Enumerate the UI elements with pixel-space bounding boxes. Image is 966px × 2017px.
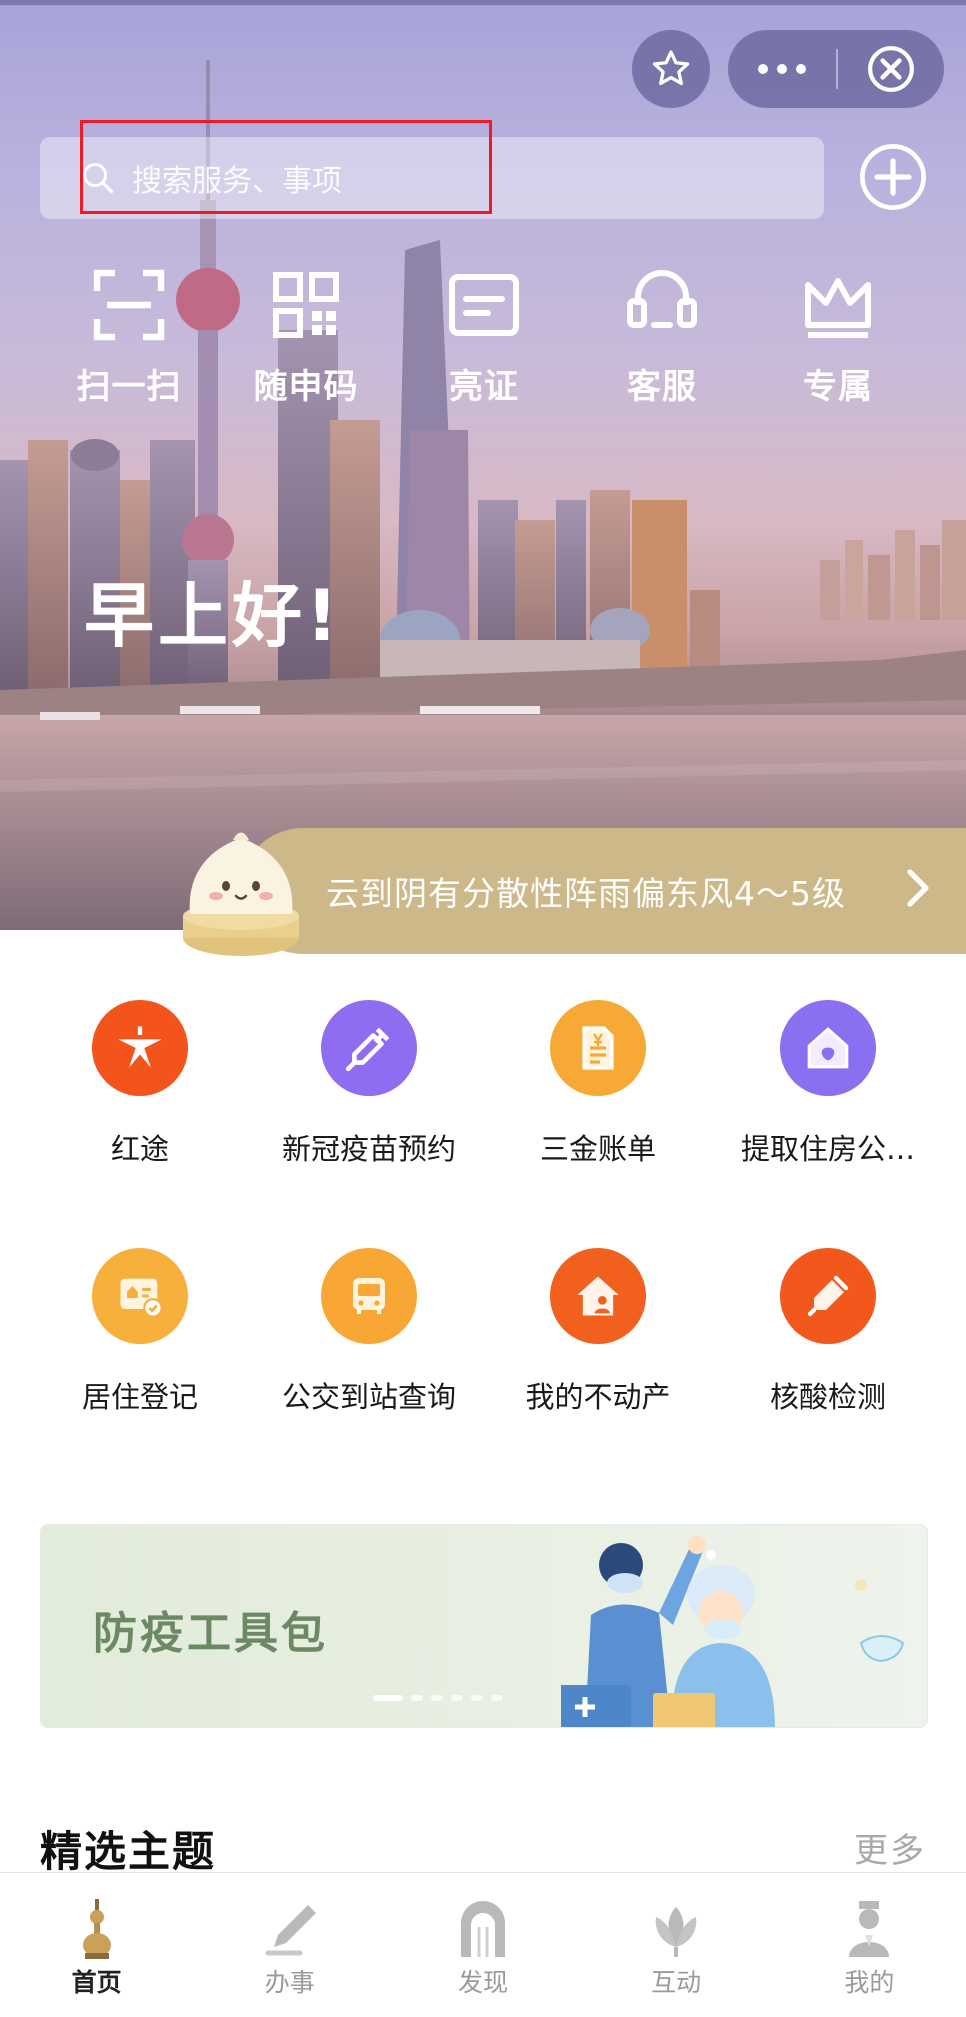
banner-pagination <box>373 1695 503 1701</box>
magnolia-icon <box>655 1907 697 1957</box>
quick-action-label: 扫一扫 <box>76 367 182 407</box>
house-fund-icon <box>807 1027 849 1069</box>
tab-label: 发现 <box>457 1968 508 1997</box>
star-route-icon <box>118 1026 162 1068</box>
tab-label: 互动 <box>651 1968 702 1997</box>
service-icon-circle <box>550 1000 646 1096</box>
swab-test-icon <box>807 1275 849 1317</box>
quick-action-show-id[interactable]: 亮证 <box>404 265 564 408</box>
banner-title: 防疫工具包 <box>93 1608 328 1659</box>
tab-label: 首页 <box>71 1968 122 1997</box>
service-icon-circle <box>321 1000 417 1096</box>
greeting-text: 早上好! <box>84 575 342 657</box>
add-plus-icon[interactable] <box>858 142 928 212</box>
service-housing-fund[interactable]: 提取住房公… <box>714 1000 942 1168</box>
section-more-link[interactable]: 更多 <box>854 1823 926 1872</box>
weather-bar[interactable]: 云到阴有分散性阵雨偏东风4～5级 <box>240 828 966 954</box>
chevron-right-icon <box>907 869 929 907</box>
service-my-property[interactable]: 我的不动产 <box>484 1248 712 1416</box>
search-highlight-box <box>80 120 492 214</box>
bill-icon <box>582 1026 614 1070</box>
service-icon-circle <box>321 1248 417 1344</box>
service-icon-circle <box>780 1000 876 1096</box>
health-workers-illustration <box>561 1536 905 1727</box>
id-card-icon <box>449 274 519 336</box>
service-label: 我的不动产 <box>525 1380 671 1414</box>
pagination-dot <box>471 1695 483 1701</box>
weather-text: 云到阴有分散性阵雨偏东风4～5级 <box>326 874 846 913</box>
service-three-funds-bill[interactable]: 三金账单 <box>484 1000 712 1168</box>
pagination-dot <box>491 1695 503 1701</box>
bus-icon <box>353 1278 385 1314</box>
tab-profile[interactable]: 我的 <box>773 1873 966 2017</box>
service-label: 三金账单 <box>539 1132 656 1166</box>
quick-action-label: 亮证 <box>449 367 519 407</box>
pagination-dot <box>431 1695 443 1701</box>
tower-icon <box>82 1899 111 1959</box>
quick-action-exclusive[interactable]: 专属 <box>758 265 918 408</box>
star-icon <box>652 50 690 86</box>
scan-icon <box>93 269 165 341</box>
service-icon-circle <box>780 1248 876 1344</box>
quick-action-customer-service[interactable]: 客服 <box>582 265 742 408</box>
pen-icon <box>265 1905 316 1956</box>
service-label: 公交到站查询 <box>281 1380 456 1414</box>
quick-action-label: 客服 <box>627 367 697 407</box>
service-icon-circle <box>92 1248 188 1344</box>
pagination-dot <box>411 1695 423 1701</box>
favorite-button[interactable] <box>632 30 710 108</box>
tab-discover[interactable]: 发现 <box>386 1873 579 2017</box>
close-icon <box>868 46 914 92</box>
quick-action-scan[interactable]: 扫一扫 <box>49 265 209 408</box>
arch-icon <box>460 1901 505 1957</box>
service-label: 核酸检测 <box>769 1380 886 1414</box>
tab-services[interactable]: 办事 <box>193 1873 386 2017</box>
service-covid-vaccine[interactable]: 新冠疫苗预约 <box>255 1000 483 1168</box>
property-house-icon <box>577 1276 619 1316</box>
service-residence-registration[interactable]: 居住登记 <box>26 1248 254 1416</box>
quick-action-label: 专属 <box>803 367 873 407</box>
bottom-tab-bar: 首页 办事 发现 互动 我的 <box>0 1872 966 2017</box>
service-label: 红途 <box>110 1132 169 1166</box>
tab-home[interactable]: 首页 <box>0 1873 193 2017</box>
more-button[interactable] <box>728 30 836 108</box>
service-label: 居住登记 <box>81 1380 198 1414</box>
tab-label: 办事 <box>264 1968 315 1997</box>
pagination-dot-active <box>373 1695 403 1701</box>
crown-icon <box>805 278 871 338</box>
pagination-dot <box>451 1695 463 1701</box>
service-nucleic-acid-test[interactable]: 核酸检测 <box>714 1248 942 1416</box>
close-button[interactable] <box>838 30 944 108</box>
service-icon-circle <box>550 1248 646 1344</box>
more-icon <box>758 64 768 74</box>
mini-program-capsule <box>728 30 944 108</box>
residence-card-icon <box>120 1278 163 1318</box>
tab-interaction[interactable]: 互动 <box>580 1873 773 2017</box>
quick-action-qr-code[interactable]: 随申码 <box>226 265 386 408</box>
epidemic-toolkit-banner[interactable]: 防疫工具包 <box>40 1524 928 1728</box>
service-label: 提取住房公… <box>740 1132 915 1166</box>
xiaolongbao-mascot-icon <box>183 832 299 956</box>
person-icon <box>849 1901 890 1957</box>
qr-code-icon <box>273 272 339 338</box>
hero-header: 搜索服务、事项 扫一扫 随申码 亮证 客服 专属 早上好! <box>0 0 966 930</box>
service-bus-arrival[interactable]: 公交到站查询 <box>255 1248 483 1416</box>
section-title: 精选主题 <box>40 1827 217 1876</box>
service-red-route[interactable]: 红途 <box>26 1000 254 1168</box>
service-label: 新冠疫苗预约 <box>281 1132 456 1166</box>
syringe-icon <box>345 1027 390 1072</box>
tab-label: 我的 <box>844 1968 895 1997</box>
service-icon-circle <box>92 1000 188 1096</box>
quick-action-label: 随申码 <box>253 367 359 407</box>
headset-icon <box>627 270 697 328</box>
